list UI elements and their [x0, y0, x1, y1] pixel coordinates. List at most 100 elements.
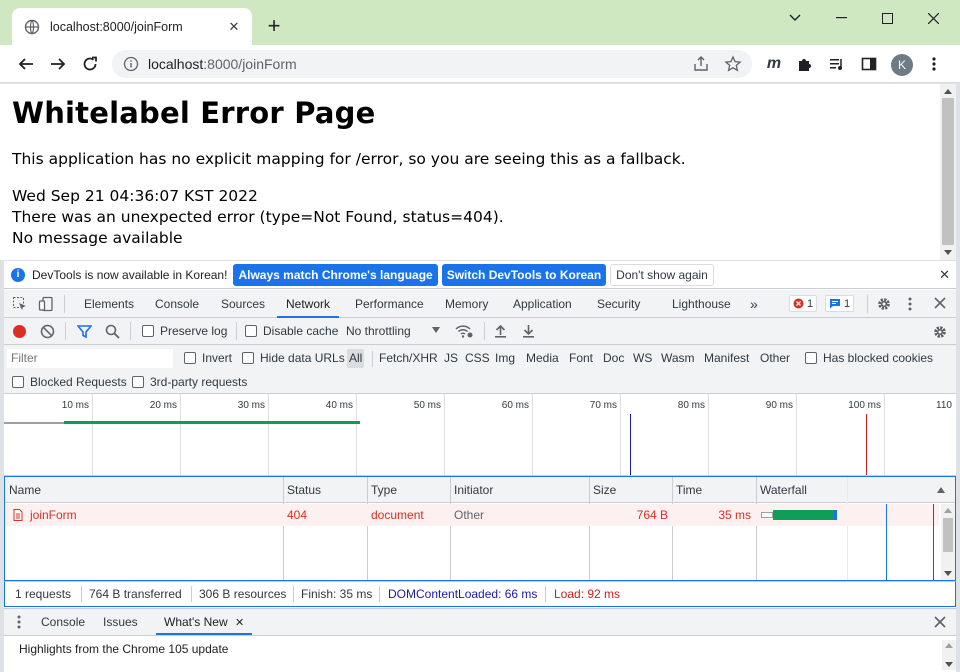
column-header-name[interactable]: Name — [5, 477, 41, 503]
scroll-thumb[interactable] — [942, 98, 954, 245]
tab-network[interactable]: Network — [277, 290, 340, 318]
minimize-button[interactable] — [818, 5, 864, 31]
scroll-up-arrow-icon[interactable] — [944, 508, 952, 513]
column-header-type[interactable]: Type — [367, 477, 397, 503]
network-conditions-wifi-icon[interactable] — [455, 324, 473, 342]
device-toolbar-icon[interactable] — [38, 296, 54, 315]
tab-divider — [64, 295, 65, 313]
dont-show-again-button[interactable]: Don't show again — [610, 263, 714, 286]
filter-funnel-icon[interactable] — [76, 324, 93, 342]
filter-type-fetch-xhr[interactable]: Fetch/XHR — [377, 349, 440, 368]
filter-type-img[interactable]: Img — [493, 349, 517, 368]
bookmark-star-icon[interactable] — [724, 55, 742, 73]
scroll-thumb[interactable] — [943, 518, 953, 552]
preserve-log-checkbox[interactable] — [142, 325, 154, 337]
export-har-icon[interactable] — [522, 324, 535, 341]
tab-sources[interactable]: Sources — [221, 290, 265, 317]
scroll-down-arrow-icon[interactable] — [945, 662, 953, 667]
back-button[interactable] — [13, 51, 39, 77]
inspect-element-icon[interactable] — [12, 296, 28, 315]
column-header-status[interactable]: Status — [283, 477, 321, 503]
chrome-menu-icon[interactable] — [921, 51, 947, 77]
filter-type-manifest[interactable]: Manifest — [702, 349, 751, 368]
throttling-select[interactable]: No throttling — [346, 324, 411, 338]
drawer-scrollbar[interactable] — [942, 640, 956, 670]
share-icon[interactable] — [692, 55, 710, 73]
clear-icon[interactable] — [40, 324, 55, 342]
filter-type-css[interactable]: CSS — [463, 349, 492, 368]
filter-type-media[interactable]: Media — [524, 349, 561, 368]
table-scrollbar[interactable] — [941, 504, 955, 580]
scroll-up-arrow-icon[interactable] — [945, 643, 953, 648]
close-drawer-icon[interactable] — [934, 616, 946, 631]
devtools-menu-icon[interactable] — [908, 296, 912, 315]
invert-checkbox[interactable] — [184, 352, 196, 364]
more-tabs-chevron-icon[interactable]: » — [750, 290, 758, 317]
drawer-tab-whats-new[interactable]: What's New ✕ — [156, 609, 253, 635]
close-infobar-icon[interactable]: ✕ — [939, 267, 950, 283]
network-settings-gear-icon[interactable] — [932, 324, 948, 343]
drawer-tab-issues[interactable]: Issues — [103, 609, 138, 635]
drawer-tab-console[interactable]: Console — [41, 609, 85, 635]
filter-type-all[interactable]: All — [347, 349, 365, 368]
tab-memory[interactable]: Memory — [445, 290, 488, 317]
filter-type-wasm[interactable]: Wasm — [659, 349, 697, 368]
side-panel-icon[interactable] — [856, 51, 882, 77]
blocked-requests-checkbox[interactable] — [12, 376, 24, 388]
request-name[interactable]: joinForm — [30, 504, 77, 526]
disable-cache-checkbox[interactable] — [245, 325, 257, 337]
filter-type-other[interactable]: Other — [758, 349, 792, 368]
tab-security[interactable]: Security — [597, 290, 640, 317]
browser-tab[interactable]: localhost:8000/joinForm ✕ — [12, 8, 252, 45]
forward-button[interactable] — [45, 51, 71, 77]
column-header-size[interactable]: Size — [589, 477, 616, 503]
column-header-time[interactable]: Time — [672, 477, 702, 503]
network-overview-timeline[interactable]: 10 ms 20 ms 30 ms 40 ms 50 ms 60 ms 70 m… — [4, 394, 956, 476]
tab-lighthouse[interactable]: Lighthouse — [672, 290, 731, 317]
settings-gear-icon[interactable] — [876, 296, 892, 315]
reload-button[interactable] — [77, 51, 103, 77]
extensions-puzzle-icon[interactable] — [792, 51, 818, 77]
tab-elements[interactable]: Elements — [84, 290, 134, 317]
import-har-icon[interactable] — [494, 324, 507, 341]
close-window-button[interactable] — [910, 5, 956, 31]
search-icon[interactable] — [105, 324, 120, 342]
dropdown-arrow-icon[interactable] — [432, 327, 440, 333]
message-count-badge[interactable]: 1 — [825, 295, 855, 312]
column-header-initiator[interactable]: Initiator — [450, 477, 493, 503]
filter-type-font[interactable]: Font — [567, 349, 595, 368]
filter-type-js[interactable]: JS — [442, 349, 460, 368]
column-header-waterfall[interactable]: Waterfall — [756, 477, 807, 503]
filter-type-ws[interactable]: WS — [631, 349, 654, 368]
sort-ascending-icon[interactable] — [937, 487, 945, 493]
record-icon[interactable] — [13, 325, 26, 338]
has-blocked-cookies-checkbox[interactable] — [805, 352, 817, 364]
maximize-button[interactable] — [864, 5, 910, 31]
table-row[interactable]: joinForm 404 document Other 764 B 35 ms — [5, 504, 939, 526]
filter-input[interactable] — [7, 349, 173, 368]
address-bar[interactable]: localhost:8000/joinForm — [112, 50, 752, 78]
close-tab-icon[interactable]: ✕ — [224, 17, 244, 37]
filter-type-doc[interactable]: Doc — [601, 349, 626, 368]
tab-search-icon[interactable] — [772, 5, 818, 31]
new-tab-button[interactable]: + — [262, 15, 286, 39]
hide-data-urls-checkbox[interactable] — [242, 352, 254, 364]
close-devtools-icon[interactable] — [934, 297, 946, 312]
profile-avatar[interactable]: K — [891, 54, 913, 76]
switch-to-korean-button[interactable]: Switch DevTools to Korean — [441, 263, 607, 286]
tab-console[interactable]: Console — [155, 290, 199, 317]
media-control-icon[interactable] — [824, 51, 850, 77]
tab-application[interactable]: Application — [513, 290, 572, 317]
page-scrollbar[interactable] — [940, 84, 956, 260]
tab-performance[interactable]: Performance — [355, 290, 424, 317]
scroll-down-arrow-icon[interactable] — [944, 571, 952, 576]
close-drawer-tab-icon[interactable]: ✕ — [235, 617, 244, 629]
scroll-up-arrow-icon[interactable] — [944, 89, 952, 94]
site-info-icon[interactable] — [123, 56, 139, 72]
extension-m-icon[interactable]: m — [761, 51, 787, 77]
third-party-requests-checkbox[interactable] — [132, 376, 144, 388]
scroll-down-arrow-icon[interactable] — [944, 250, 952, 255]
error-count-badge[interactable]: 1 — [789, 295, 818, 312]
always-match-language-button[interactable]: Always match Chrome's language — [233, 263, 438, 286]
drawer-menu-icon[interactable] — [17, 614, 21, 633]
